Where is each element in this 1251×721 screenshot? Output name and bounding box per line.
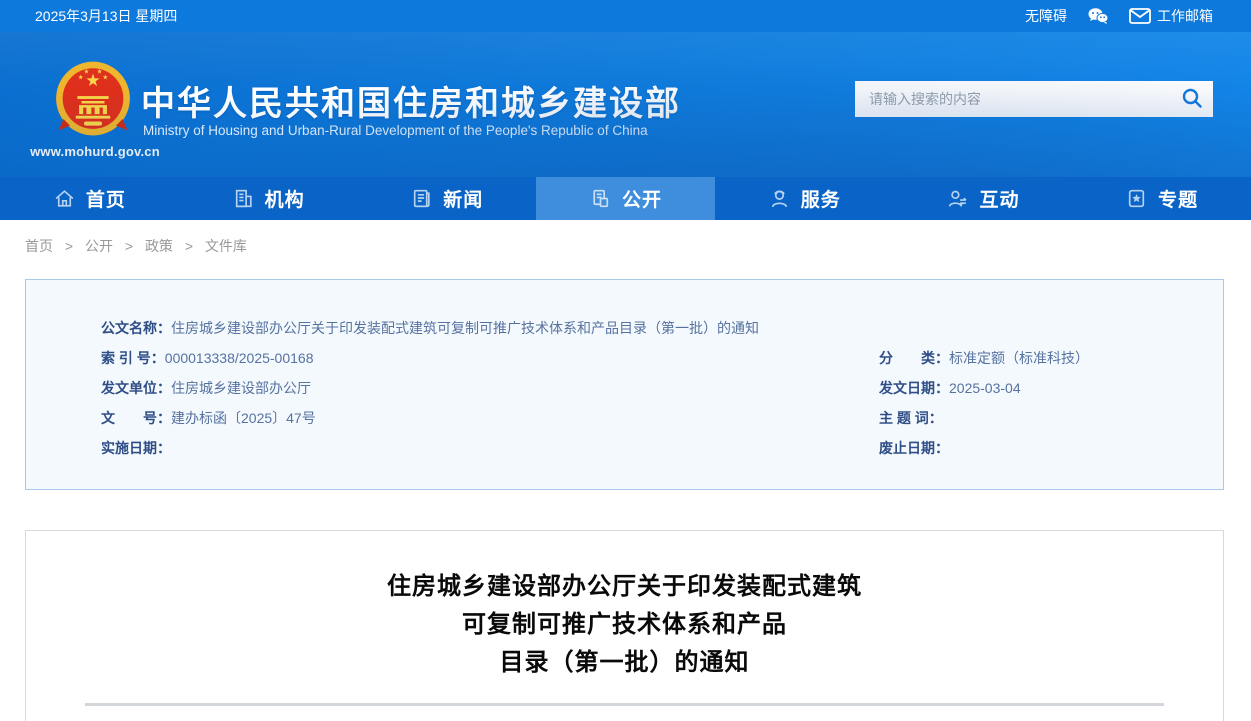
info-label: 索 引 号：: [101, 350, 165, 366]
national-emblem-logo: [56, 61, 130, 136]
nav-item-topics[interactable]: 专题: [1072, 177, 1251, 220]
nav-item-org[interactable]: 机构: [179, 177, 358, 220]
nav-item-home[interactable]: 首页: [0, 177, 179, 220]
content-divider: [85, 703, 1164, 706]
info-row: 文 号： 建办标函〔2025〕47号 主 题 词：: [101, 403, 1203, 433]
info-label: 文 号：: [101, 410, 171, 426]
info-row: 发文单位： 住房城乡建设部办公厅 发文日期： 2025-03-04: [101, 373, 1203, 403]
nav-label: 服务: [800, 190, 841, 211]
breadcrumb-separator: >: [124, 238, 134, 254]
nav-label: 公开: [622, 190, 663, 211]
accessibility-label: 无障碍: [1025, 8, 1067, 24]
doc-name-value: 住房城乡建设部办公厅关于印发装配式建筑可复制可推广技术体系和产品目录（第一批）的…: [171, 320, 759, 336]
info-cell-issuing-unit: 发文单位： 住房城乡建设部办公厅: [101, 373, 879, 403]
services-icon: [768, 187, 791, 210]
interact-icon: [946, 187, 969, 210]
info-cell-category: 分 类： 标准定额（标准科技）: [879, 343, 1203, 373]
info-cell-repeal-date: 废止日期：: [879, 433, 1203, 463]
breadcrumb-library[interactable]: 文件库: [205, 238, 247, 254]
mail-icon: [1129, 8, 1151, 24]
info-cell-subject-words: 主 题 词：: [879, 403, 1203, 433]
search-button[interactable]: [1171, 81, 1213, 117]
mailbox-link[interactable]: 工作邮箱: [1129, 6, 1213, 26]
article-title-line: 可复制可推广技术体系和产品: [462, 611, 787, 638]
current-date: 2025年3月13日 星期四: [35, 8, 178, 24]
info-row-name: 公文名称： 住房城乡建设部办公厅关于印发装配式建筑可复制可推广技术体系和产品目录…: [101, 313, 1203, 343]
breadcrumb-policy[interactable]: 政策: [145, 238, 173, 254]
nav-label: 机构: [264, 190, 305, 211]
info-value: 2025-03-04: [949, 380, 1021, 396]
article-title-line: 住房城乡建设部办公厅关于印发装配式建筑: [387, 573, 862, 600]
search-input[interactable]: [855, 81, 1171, 117]
info-row: 实施日期： 废止日期：: [101, 433, 1203, 463]
news-icon: [410, 187, 433, 210]
org-icon: [232, 187, 255, 210]
info-cell-issue-date: 发文日期： 2025-03-04: [879, 373, 1203, 403]
info-value: 住房城乡建设部办公厅: [171, 380, 311, 396]
info-cell-index-number: 索 引 号： 000013338/2025-00168: [101, 343, 879, 373]
info-label: 分 类：: [879, 350, 949, 366]
nav-item-news[interactable]: 新闻: [357, 177, 536, 220]
home-icon: [53, 187, 76, 210]
nav-label: 首页: [85, 190, 126, 211]
site-subtitle: Ministry of Housing and Urban-Rural Deve…: [143, 123, 648, 138]
mailbox-label: 工作邮箱: [1157, 8, 1213, 24]
accessibility-link[interactable]: 无障碍: [1025, 6, 1067, 26]
info-cell-doc-number: 文 号： 建办标函〔2025〕47号: [101, 403, 879, 433]
breadcrumb-open[interactable]: 公开: [85, 238, 113, 254]
info-value: 标准定额（标准科技）: [949, 350, 1089, 366]
breadcrumb-separator: >: [184, 238, 194, 254]
article-title-line: 目录（第一批）的通知: [499, 649, 750, 676]
info-label: 实施日期：: [101, 440, 171, 456]
doc-name-label: 公文名称：: [101, 320, 171, 336]
nav-item-open[interactable]: 公开: [536, 177, 715, 220]
document-info-box: 公文名称： 住房城乡建设部办公厅关于印发装配式建筑可复制可推广技术体系和产品目录…: [25, 279, 1224, 490]
info-value: 建办标函〔2025〕47号: [171, 410, 316, 426]
wechat-icon[interactable]: [1087, 7, 1109, 25]
info-value: 000013338/2025-00168: [164, 350, 314, 366]
open-icon: [589, 187, 612, 210]
search-icon: [1181, 87, 1203, 112]
article-title: 住房城乡建设部办公厅关于印发装配式建筑 可复制可推广技术体系和产品 目录（第一批…: [26, 568, 1223, 682]
nav-label: 互动: [979, 190, 1020, 211]
info-label: 发文日期：: [879, 380, 949, 396]
info-label: 发文单位：: [101, 380, 171, 396]
breadcrumb-separator: >: [64, 238, 74, 254]
info-cell-effective-date: 实施日期：: [101, 433, 879, 463]
nav-item-interact[interactable]: 互动: [894, 177, 1073, 220]
breadcrumb-home[interactable]: 首页: [25, 238, 53, 254]
topbar-links: 无障碍 工作邮箱: [1025, 6, 1213, 26]
info-label: 主 题 词：: [879, 410, 943, 426]
site-url: www.mohurd.gov.cn: [30, 144, 160, 159]
info-row: 索 引 号： 000013338/2025-00168 分 类： 标准定额（标准…: [101, 343, 1203, 373]
top-utility-bar: 2025年3月13日 星期四 无障碍 工作邮箱: [0, 0, 1251, 32]
info-label: 废止日期：: [879, 440, 949, 456]
site-title: 中华人民共和国住房和城乡建设部: [141, 85, 681, 123]
nav-label: 新闻: [443, 190, 484, 211]
topics-icon: [1125, 187, 1148, 210]
site-header: www.mohurd.gov.cn 中华人民共和国住房和城乡建设部 Minist…: [0, 32, 1251, 177]
nav-label: 专题: [1158, 190, 1199, 211]
breadcrumb: 首页 > 公开 > 政策 > 文件库: [25, 236, 1251, 256]
article-content-box: 住房城乡建设部办公厅关于印发装配式建筑 可复制可推广技术体系和产品 目录（第一批…: [25, 530, 1224, 721]
main-nav: 首页 机构 新闻 公开 服务 互动 专题: [0, 177, 1251, 220]
search-box: [855, 81, 1213, 117]
nav-item-services[interactable]: 服务: [715, 177, 894, 220]
